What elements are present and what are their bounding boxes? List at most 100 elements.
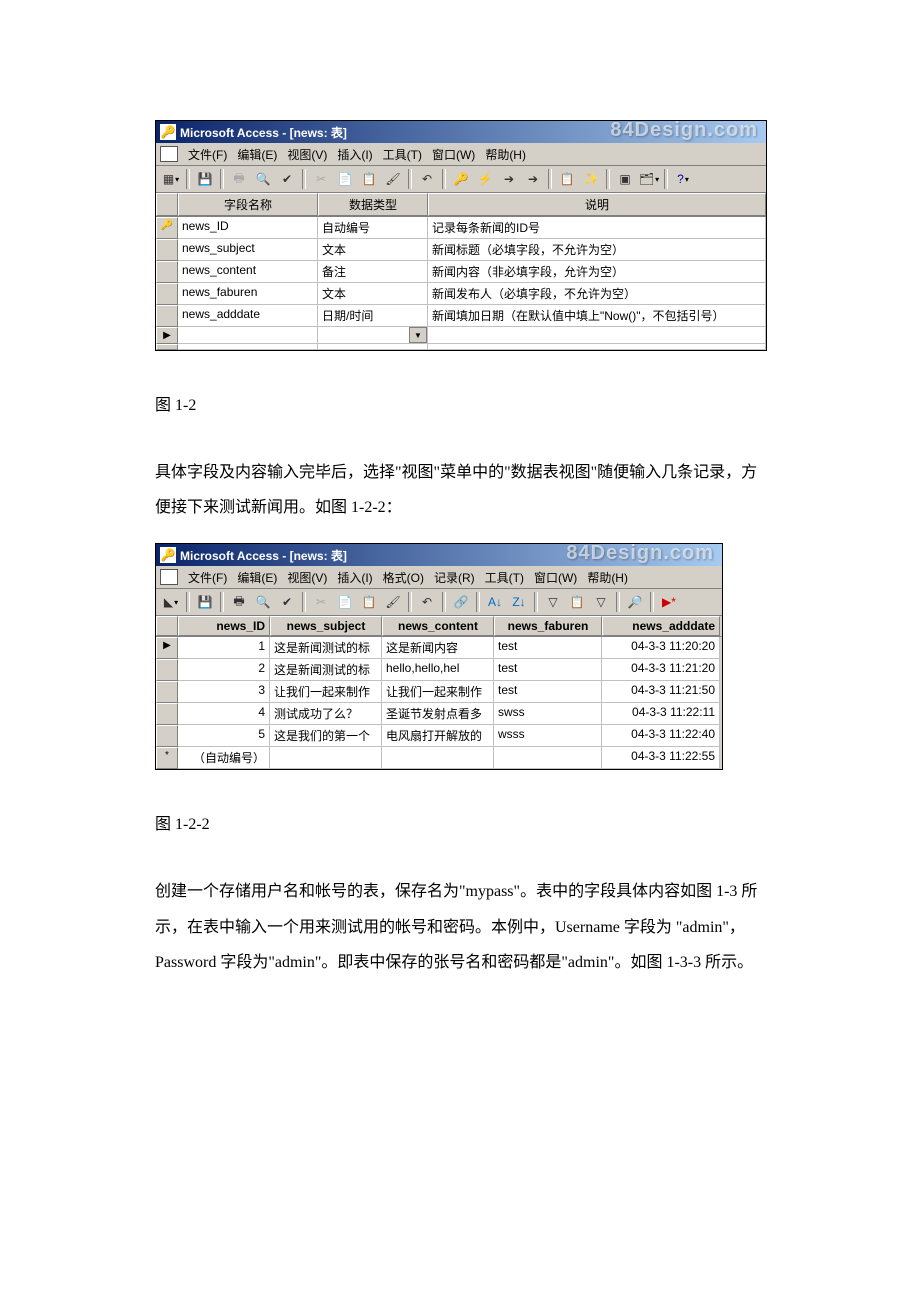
format-button[interactable]: 🖌 — [382, 168, 404, 190]
menu-view[interactable]: 视图(V) — [283, 567, 331, 588]
key-button[interactable]: 🔑 — [450, 168, 472, 190]
chevron-down-icon[interactable]: ▼ — [409, 327, 427, 343]
table-row[interactable]: 3让我们一起来制作让我们一起来制作test04-3-3 11:21:50 — [156, 681, 722, 703]
field-name-cell[interactable]: news_subject — [178, 239, 318, 261]
cell-news-adddate[interactable]: 04-3-3 11:22:55 — [602, 747, 720, 769]
cut-button[interactable]: ✂ — [310, 591, 332, 613]
cell-news-faburen[interactable]: wsss — [494, 725, 602, 747]
sort-asc-button[interactable]: A↓ — [484, 591, 506, 613]
field-name-cell[interactable]: news_content — [178, 261, 318, 283]
link-button[interactable]: 🔗 — [450, 591, 472, 613]
deleterow-button[interactable]: ➔ — [522, 168, 544, 190]
properties-button[interactable]: 📋 — [556, 168, 578, 190]
menu-edit[interactable]: 编辑(E) — [233, 567, 281, 588]
save-button[interactable]: 💾 — [194, 591, 216, 613]
col-fieldname[interactable]: 字段名称 — [178, 193, 318, 216]
undo-button[interactable]: ↶ — [416, 168, 438, 190]
filter-sel-button[interactable]: ▽ — [542, 591, 564, 613]
spell-button[interactable]: ✔ — [276, 168, 298, 190]
cell-news-content[interactable] — [382, 747, 494, 769]
undo-button[interactable]: ↶ — [416, 591, 438, 613]
cell-news-content[interactable]: 圣诞节发射点看多 — [382, 703, 494, 725]
data-type-cell[interactable]: 文本 — [318, 239, 428, 261]
menu-insert[interactable]: 插入(I) — [333, 144, 376, 165]
menu-insert[interactable]: 插入(I) — [333, 567, 376, 588]
newobj-button[interactable]: 🗂 — [638, 168, 660, 190]
description-cell[interactable]: 记录每条新闻的ID号 — [428, 217, 766, 239]
cell-news-content[interactable]: 电风扇打开解放的 — [382, 725, 494, 747]
field-name-cell[interactable] — [178, 327, 318, 344]
row-selector[interactable]: 🔑 — [156, 217, 178, 239]
col-news-subject[interactable]: news_subject — [270, 616, 382, 636]
table-row[interactable]: ▶▼ — [156, 327, 766, 344]
paste-button[interactable]: 📋 — [358, 591, 380, 613]
filter-form-button[interactable]: 📋 — [566, 591, 588, 613]
row-selector[interactable] — [156, 681, 178, 703]
col-news-faburen[interactable]: news_faburen — [494, 616, 602, 636]
field-name-cell[interactable]: news_adddate — [178, 305, 318, 327]
row-selector[interactable] — [156, 261, 178, 283]
cell-news-content[interactable]: 让我们一起来制作 — [382, 681, 494, 703]
description-cell[interactable] — [428, 344, 766, 350]
menu-tools[interactable]: 工具(T) — [379, 144, 426, 165]
cell-news-id[interactable]: 1 — [178, 637, 270, 659]
cell-news-id[interactable]: 2 — [178, 659, 270, 681]
new-record-button[interactable]: ▶* — [658, 591, 680, 613]
menu-view[interactable]: 视图(V) — [283, 144, 331, 165]
cell-news-subject[interactable]: 让我们一起来制作 — [270, 681, 382, 703]
description-cell[interactable]: 新闻内容（非必填字段，允许为空） — [428, 261, 766, 283]
col-datatype[interactable]: 数据类型 — [318, 193, 428, 216]
cell-news-adddate[interactable]: 04-3-3 11:21:20 — [602, 659, 720, 681]
cell-news-faburen[interactable]: test — [494, 637, 602, 659]
table-row[interactable]: news_content备注新闻内容（非必填字段，允许为空） — [156, 261, 766, 283]
row-selector[interactable]: ▶ — [156, 327, 178, 344]
cut-button[interactable]: ✂ — [310, 168, 332, 190]
cell-news-content[interactable]: hello,hello,hel — [382, 659, 494, 681]
row-selector[interactable]: * — [156, 747, 178, 769]
filter-toggle-button[interactable]: ▽ — [590, 591, 612, 613]
cell-news-faburen[interactable] — [494, 747, 602, 769]
dbwin-button[interactable]: ▣ — [614, 168, 636, 190]
field-name-cell[interactable]: news_faburen — [178, 283, 318, 305]
row-selector[interactable] — [156, 305, 178, 327]
row-selector[interactable] — [156, 703, 178, 725]
table-row[interactable] — [156, 344, 766, 350]
preview-button[interactable]: 🔍 — [252, 591, 274, 613]
menu-file[interactable]: 文件(F) — [184, 567, 231, 588]
lightning-button[interactable]: ⚡ — [474, 168, 496, 190]
col-description[interactable]: 说明 — [428, 193, 766, 216]
cell-news-subject[interactable]: 这是新闻测试的标 — [270, 659, 382, 681]
row-selector[interactable] — [156, 283, 178, 305]
title-bar[interactable]: 🔑 Microsoft Access - [news: 表] 84Design.… — [156, 544, 722, 566]
view-button[interactable]: ◣ — [160, 591, 182, 613]
menu-format[interactable]: 格式(O) — [379, 567, 428, 588]
col-news-content[interactable]: news_content — [382, 616, 494, 636]
col-news-id[interactable]: news_ID — [178, 616, 270, 636]
data-type-cell[interactable]: 日期/时间 — [318, 305, 428, 327]
description-cell[interactable] — [428, 327, 766, 344]
table-row[interactable]: 🔑news_ID自动编号记录每条新闻的ID号 — [156, 217, 766, 239]
data-type-cell[interactable]: 自动编号 — [318, 217, 428, 239]
cell-news-faburen[interactable]: swss — [494, 703, 602, 725]
table-row[interactable]: 5这是我们的第一个电风扇打开解放的wsss04-3-3 11:22:40 — [156, 725, 722, 747]
menu-help[interactable]: 帮助(H) — [583, 567, 632, 588]
menu-window[interactable]: 窗口(W) — [428, 144, 479, 165]
table-row[interactable]: news_subject文本新闻标题（必填字段，不允许为空） — [156, 239, 766, 261]
print-button[interactable]: 🖶 — [228, 591, 250, 613]
spell-button[interactable]: ✔ — [276, 591, 298, 613]
cell-news-id[interactable]: 3 — [178, 681, 270, 703]
cell-news-subject[interactable]: 测试成功了么？ — [270, 703, 382, 725]
menu-help[interactable]: 帮助(H) — [481, 144, 530, 165]
help-button[interactable]: ? — [672, 168, 694, 190]
menu-file[interactable]: 文件(F) — [184, 144, 231, 165]
sort-desc-button[interactable]: Z↓ — [508, 591, 530, 613]
paste-button[interactable]: 📋 — [358, 168, 380, 190]
field-name-cell[interactable] — [178, 344, 318, 350]
cell-news-faburen[interactable]: test — [494, 659, 602, 681]
preview-button[interactable]: 🔍 — [252, 168, 274, 190]
menu-records[interactable]: 记录(R) — [430, 567, 479, 588]
copy-button[interactable]: 📄 — [334, 168, 356, 190]
cell-news-adddate[interactable]: 04-3-3 11:21:50 — [602, 681, 720, 703]
cell-news-adddate[interactable]: 04-3-3 11:22:40 — [602, 725, 720, 747]
cell-news-id[interactable]: （自动编号） — [178, 747, 270, 769]
